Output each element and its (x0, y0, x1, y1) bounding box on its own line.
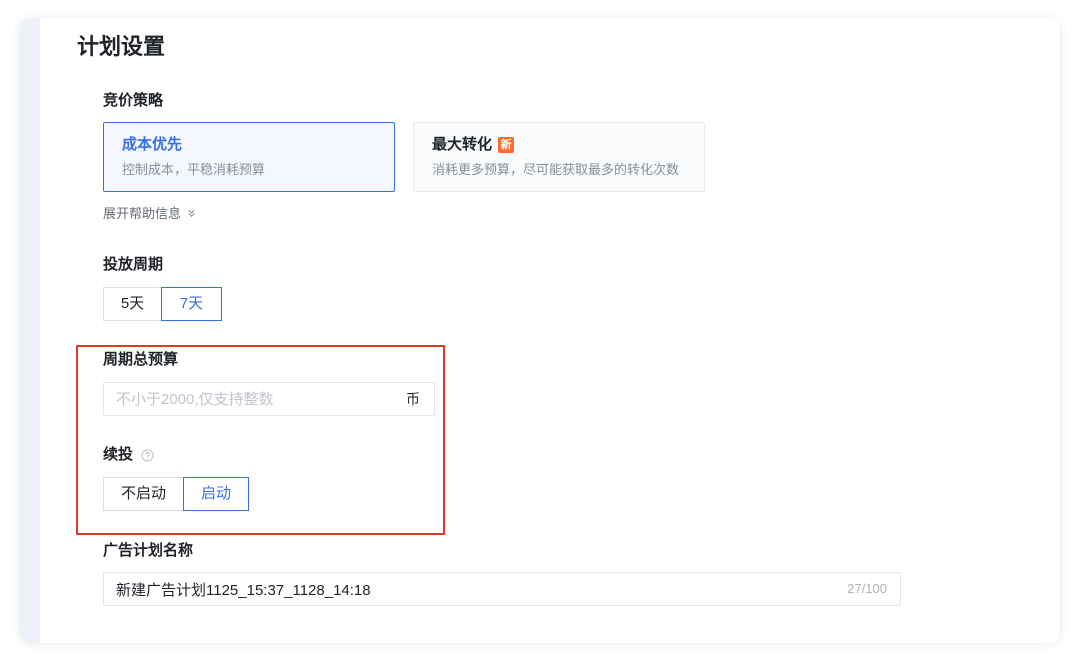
budget-label-text: 周期总预算 (103, 351, 179, 368)
page: 计划设置 竞价策略 成本优先 控制成本，平稳消耗预算 最大转化 新 消耗更多预算… (0, 0, 1080, 665)
bid-option-title: 最大转化 (432, 136, 493, 153)
plan-name-input[interactable] (116, 573, 816, 605)
bid-strategy-label-text: 竞价策略 (103, 92, 164, 109)
plan-name-field: 27/100 (103, 572, 901, 606)
char-counter: 27/100 (847, 581, 887, 596)
expand-help-label: 展开帮助信息 (103, 206, 182, 221)
question-circle-icon[interactable] (141, 448, 154, 462)
period-label-text: 投放周期 (103, 256, 164, 273)
period-option-5-days[interactable]: 5天 (103, 287, 162, 321)
left-panel-strip (20, 18, 40, 643)
renewal-option-on[interactable]: 启动 (183, 477, 249, 511)
bid-option-cost-first[interactable]: 成本优先 控制成本，平稳消耗预算 (103, 122, 395, 192)
renewal-label-text: 续投 (103, 446, 134, 463)
new-badge: 新 (498, 137, 515, 153)
bid-option-desc: 控制成本，平稳消耗预算 (122, 162, 266, 177)
plan-name-label: 广告计划名称 (103, 541, 193, 561)
bid-option-desc: 消耗更多预算，尽可能获取最多的转化次数 (432, 162, 680, 177)
budget-label: 周期总预算 (103, 350, 178, 370)
renewal-label: 续投 (103, 445, 154, 465)
budget-field: 币 (103, 382, 435, 416)
bid-option-max-conversion[interactable]: 最大转化 新 消耗更多预算，尽可能获取最多的转化次数 (413, 122, 705, 192)
bid-strategy-label: 竞价策略 (103, 91, 163, 111)
renewal-option-off[interactable]: 不启动 (103, 477, 184, 511)
double-chevron-down-icon (187, 205, 196, 223)
period-label: 投放周期 (103, 255, 163, 275)
period-option-7-days[interactable]: 7天 (161, 287, 222, 321)
bid-option-title: 成本优先 (122, 136, 183, 153)
section-title: 计划设置 (77, 34, 166, 59)
plan-name-label-text: 广告计划名称 (103, 542, 194, 559)
budget-input[interactable] (116, 383, 396, 415)
expand-help-toggle[interactable]: 展开帮助信息 (103, 205, 196, 223)
bid-option-title-row: 最大转化 新 (432, 135, 704, 155)
bid-option-title-row: 成本优先 (122, 135, 394, 155)
currency-suffix: 币 (406, 391, 420, 407)
